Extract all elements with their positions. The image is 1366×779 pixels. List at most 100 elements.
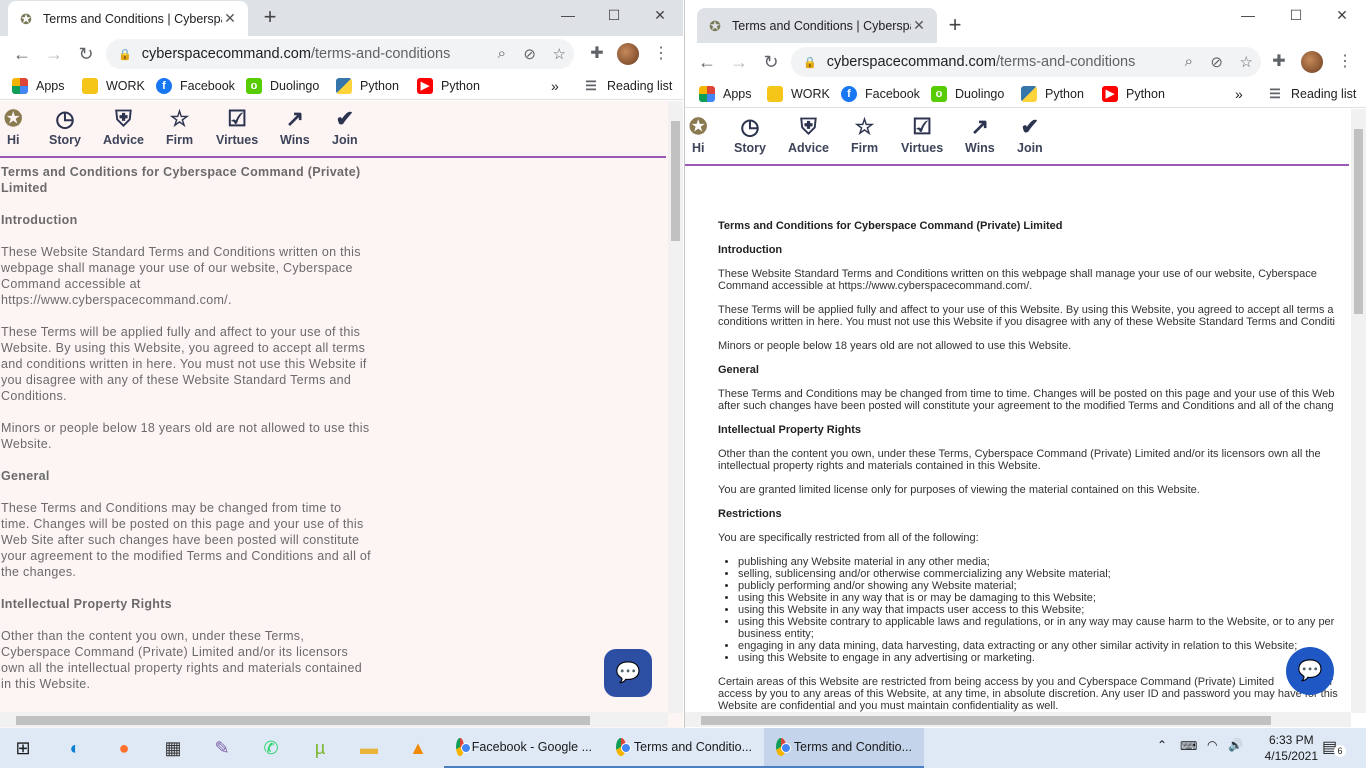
forward-icon[interactable]: →: [727, 50, 751, 74]
python-icon: [336, 78, 352, 94]
extensions-icon[interactable]: ✚: [1267, 50, 1291, 74]
page-content: ✪ Hi ◷ Story ⛨ Advice ☆ Firm ☑ Virtues ↗ Wins …: [685, 109, 1366, 728]
bookmark-duolingo[interactable]: o Duolingo: [246, 78, 319, 94]
zoom-icon[interactable]: ⌕: [498, 45, 506, 62]
nav-hi[interactable]: ✪ Hi: [689, 113, 707, 155]
nav-wins[interactable]: ↗ Wins: [280, 105, 310, 147]
close-window-icon[interactable]: ✕: [1319, 0, 1365, 30]
nav-join[interactable]: ✔ Join: [332, 105, 358, 147]
notification-center-icon[interactable]: ▤ 6: [1322, 737, 1346, 777]
reading-list[interactable]: ☰ Reading list: [583, 78, 672, 94]
browser-tab[interactable]: ✪ Terms and Conditions | Cyberspa ✕: [697, 8, 937, 43]
browser-tab[interactable]: ✪ Terms and Conditions | Cyberspa ✕: [8, 1, 248, 36]
horizontal-scrollbar[interactable]: [685, 712, 1351, 727]
network-icon[interactable]: ◠: [1207, 738, 1217, 778]
new-tab-icon[interactable]: +: [257, 4, 283, 30]
bookmark-work[interactable]: WORK: [767, 86, 830, 102]
reading-list[interactable]: ☰ Reading list: [1267, 86, 1356, 102]
system-clock[interactable]: 6:33 PM 4/15/2021: [1265, 732, 1318, 764]
close-tab-icon[interactable]: ✕: [222, 10, 238, 27]
more-bookmarks-icon[interactable]: »: [1235, 86, 1243, 102]
new-tab-icon[interactable]: +: [942, 12, 968, 38]
vlc-icon[interactable]: ▲: [404, 734, 432, 762]
input-method-icon[interactable]: ⌨: [1180, 739, 1197, 779]
scrollbar-thumb[interactable]: [671, 121, 680, 241]
nav-advice[interactable]: ⛨ Advice: [103, 105, 144, 147]
scrollbar-thumb[interactable]: [16, 716, 590, 725]
bookmark-apps[interactable]: Apps: [699, 86, 752, 102]
paint-icon[interactable]: ✎: [208, 734, 236, 762]
nav-advice[interactable]: ⛨ Advice: [788, 113, 829, 155]
taskbar-task-facebook[interactable]: Facebook - Google ...: [444, 728, 604, 768]
bookmark-work[interactable]: WORK: [82, 78, 145, 94]
tracking-blocked-icon[interactable]: ⊘: [523, 45, 536, 63]
bookmark-facebook[interactable]: f Facebook: [156, 78, 235, 94]
reload-icon[interactable]: ↻: [74, 42, 98, 66]
chrome-icon: [456, 738, 471, 756]
bookmark-apps[interactable]: Apps: [12, 78, 65, 94]
scrollbar-thumb[interactable]: [1354, 129, 1363, 314]
profile-avatar[interactable]: [1301, 51, 1323, 73]
tracking-blocked-icon[interactable]: ⊘: [1210, 53, 1223, 71]
extensions-icon[interactable]: ✚: [585, 42, 609, 66]
taskbar-task-terms-1[interactable]: Terms and Conditio...: [604, 728, 764, 768]
chat-button[interactable]: 💬: [604, 649, 652, 697]
vertical-scrollbar[interactable]: [1351, 109, 1366, 713]
scrollbar-thumb[interactable]: [701, 716, 1271, 725]
menu-icon[interactable]: ⋮: [1333, 50, 1357, 74]
minimize-icon[interactable]: —: [545, 0, 591, 30]
bookmark-python-2[interactable]: ▶ Python: [417, 78, 480, 94]
more-bookmarks-icon[interactable]: »: [551, 78, 559, 94]
nav-firm[interactable]: ☆ Firm: [166, 105, 193, 147]
firefox-icon[interactable]: ●: [110, 734, 138, 762]
minimize-icon[interactable]: —: [1225, 0, 1271, 30]
utorrent-icon[interactable]: µ: [306, 734, 334, 762]
back-icon[interactable]: ←: [10, 42, 34, 66]
vertical-scrollbar[interactable]: [668, 101, 683, 713]
chat-button[interactable]: 💬: [1286, 647, 1334, 695]
forward-icon[interactable]: →: [42, 42, 66, 66]
show-hidden-icons-icon[interactable]: ⌃: [1157, 738, 1167, 778]
nav-virtues[interactable]: ☑ Virtues: [901, 113, 943, 155]
close-tab-icon[interactable]: ✕: [911, 17, 927, 34]
nav-virtues[interactable]: ☑ Virtues: [216, 105, 258, 147]
trending-up-icon: ↗: [970, 114, 990, 139]
maximize-icon[interactable]: ☐: [591, 0, 637, 30]
edge-icon[interactable]: ◐: [61, 734, 89, 762]
maximize-icon[interactable]: ☐: [1273, 0, 1319, 30]
nav-firm[interactable]: ☆ Firm: [851, 113, 878, 155]
bookmark-star-icon[interactable]: ☆: [1240, 53, 1253, 71]
nav-hi[interactable]: ✪ Hi: [4, 105, 22, 147]
youtube-icon: ▶: [417, 78, 433, 94]
profile-avatar[interactable]: [617, 43, 639, 65]
volume-icon[interactable]: 🔊: [1228, 738, 1243, 778]
address-bar[interactable]: 🔒 cyberspacecommand.com/terms-and-condit…: [791, 47, 1261, 77]
bookmark-star-icon[interactable]: ☆: [553, 45, 566, 63]
address-bar[interactable]: 🔒 cyberspacecommand.com/terms-and-condit…: [106, 39, 574, 69]
menu-icon[interactable]: ⋮: [649, 42, 673, 66]
nav-label: Story: [49, 133, 81, 147]
taskbar-task-terms-2[interactable]: Terms and Conditio...: [764, 728, 924, 768]
reading-list-label: Reading list: [1291, 87, 1357, 101]
nav-wins[interactable]: ↗ Wins: [965, 113, 995, 155]
bookmark-label: Python: [360, 79, 399, 93]
nav-story[interactable]: ◷ Story: [49, 105, 81, 147]
bookmark-facebook[interactable]: f Facebook: [841, 86, 920, 102]
nav-story[interactable]: ◷ Story: [734, 113, 766, 155]
bookmark-python-1[interactable]: Python: [1021, 86, 1084, 102]
list-item: using this Website to engage in any adve…: [738, 652, 1350, 664]
back-icon[interactable]: ←: [695, 50, 719, 74]
bookmark-python-1[interactable]: Python: [336, 78, 399, 94]
windows-start-icon[interactable]: ⊞: [9, 734, 37, 762]
horizontal-scrollbar[interactable]: [0, 712, 668, 727]
zoom-icon[interactable]: ⌕: [1185, 53, 1193, 70]
bookmark-python-2[interactable]: ▶ Python: [1102, 86, 1165, 102]
close-window-icon[interactable]: ✕: [637, 0, 683, 30]
nav-join[interactable]: ✔ Join: [1017, 113, 1043, 155]
chrome-icon: [616, 738, 631, 756]
calculator-icon[interactable]: ▦: [159, 734, 187, 762]
bookmark-duolingo[interactable]: o Duolingo: [931, 86, 1004, 102]
whatsapp-icon[interactable]: ✆: [257, 734, 285, 762]
file-explorer-icon[interactable]: ▬: [355, 734, 383, 762]
reload-icon[interactable]: ↻: [759, 50, 783, 74]
